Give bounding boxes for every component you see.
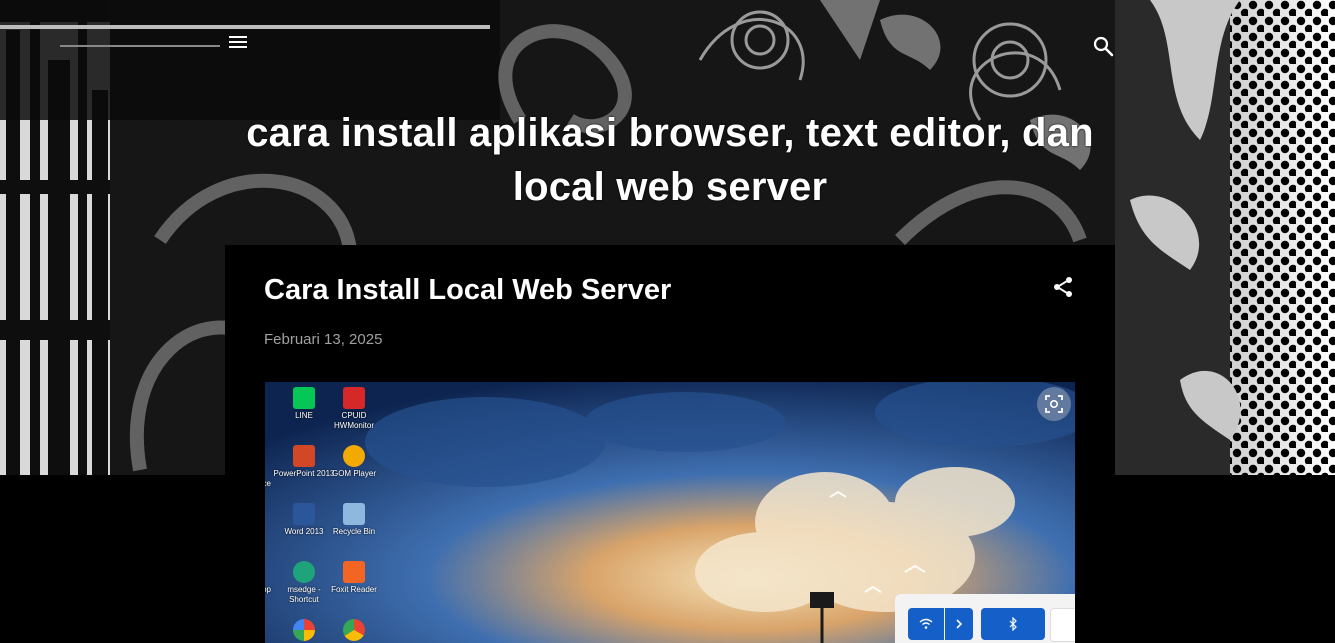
foxit-reader-icon <box>343 561 365 583</box>
search-icon <box>1093 36 1114 57</box>
chevron-right-icon <box>956 619 963 629</box>
wifi-expand-button[interactable] <box>945 608 973 640</box>
edge-fragment-label: ce <box>265 479 271 488</box>
blog-title[interactable]: cara install aplikasi browser, text edit… <box>225 106 1115 214</box>
visual-search-button[interactable] <box>1037 387 1071 421</box>
post-date[interactable]: Februari 13, 2025 <box>264 331 382 348</box>
desktop-icon[interactable]: Recycle Bin <box>323 503 385 537</box>
word-app-icon <box>293 503 315 525</box>
hamburger-menu-button[interactable] <box>226 30 250 54</box>
visual-search-icon <box>1045 395 1063 413</box>
edge-fragment-label: op <box>265 585 271 594</box>
photos-app-icon <box>293 619 315 641</box>
desktop-icon[interactable]: GOM Player <box>323 445 385 479</box>
wifi-toggle[interactable] <box>908 608 944 640</box>
desktop-icon[interactable]: Foxit Reader <box>323 561 385 595</box>
wifi-icon <box>919 618 933 629</box>
desktop-icon[interactable] <box>323 619 385 643</box>
hwmonitor-app-icon <box>343 387 365 409</box>
quick-settings-tile[interactable] <box>1050 608 1075 642</box>
line-app-icon <box>293 387 315 409</box>
desktop-icon[interactable]: CPUID HWMonitor <box>323 387 385 431</box>
powerpoint-app-icon <box>293 445 315 467</box>
post-featured-image[interactable]: LINE CPUID HWMonitor PowerPoint 2013 GOM… <box>265 382 1075 643</box>
chrome-browser-icon <box>343 619 365 641</box>
search-button[interactable] <box>1091 34 1115 58</box>
recycle-bin-icon <box>343 503 365 525</box>
quick-settings-panel <box>895 594 1075 643</box>
share-button[interactable] <box>1051 275 1075 299</box>
bluetooth-icon <box>1009 617 1017 631</box>
share-icon <box>1054 277 1072 297</box>
gom-player-app-icon <box>343 445 365 467</box>
hamburger-menu-icon <box>229 36 247 48</box>
bluetooth-toggle[interactable] <box>981 608 1045 640</box>
post-card: Cara Install Local Web Server Februari 1… <box>225 245 1115 643</box>
edge-browser-icon <box>293 561 315 583</box>
post-title[interactable]: Cara Install Local Web Server <box>264 274 671 307</box>
